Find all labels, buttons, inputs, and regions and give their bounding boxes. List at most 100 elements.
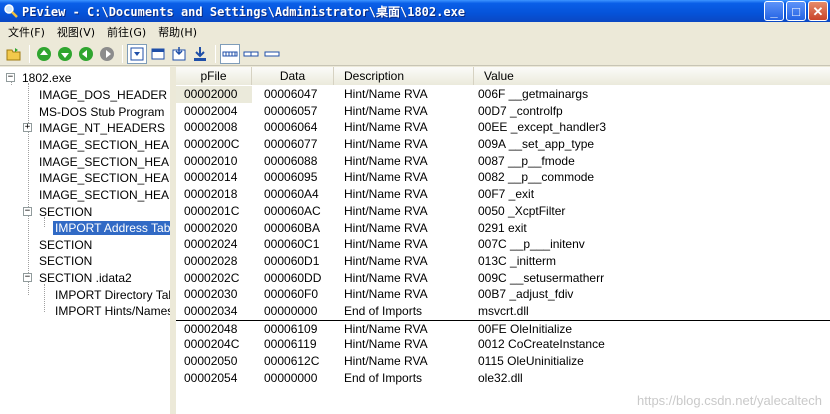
watermark-text: https://blog.csdn.net/yalecaltech (636, 393, 822, 408)
toolbar-separator (122, 44, 123, 63)
table-row[interactable]: 00002000 00006047 Hint/Name RVA 006F __getm… (176, 86, 830, 103)
tree-node-nt-headers[interactable]: + IMAGE_NT_HEADERS (23, 120, 167, 136)
tree-node-label: SECTION (39, 205, 93, 219)
tree-node-label: 1802.exe (22, 71, 72, 85)
table-row[interactable]: 0000204C 00006119 Hint/Name RVA 0012 CoCrea… (176, 336, 830, 353)
open-file-icon (6, 47, 21, 60)
nav-first-button[interactable] (34, 44, 54, 64)
nav-prev-icon (58, 46, 72, 61)
table-row[interactable]: 00002004 00006057 Hint/Name RVA 00D7 _contr… (176, 103, 830, 120)
cell-desc: Hint/Name RVA (344, 220, 428, 235)
tree-node-dos-stub[interactable]: MS-DOS Stub Program (37, 104, 166, 120)
nav-next-button[interactable] (76, 44, 96, 64)
tree-node-label: IMAGE_SECTION_HEADER .idata (39, 188, 170, 202)
column-header-pfile[interactable]: pFile (176, 67, 252, 85)
minimize-button[interactable]: _ (764, 1, 784, 21)
table-row[interactable]: 00002018 000060A4 Hint/Name RVA 00F7 _exit (176, 186, 830, 203)
tree-node-section-header-2[interactable]: IMAGE_SECTION_HEADER .rdata (37, 154, 170, 170)
cell-pfile: 00002018 (184, 187, 238, 202)
menu-help[interactable]: 帮助(H) (152, 24, 203, 40)
tree-node-section-header-3[interactable]: IMAGE_SECTION_HEADER .data (37, 170, 170, 186)
view-byte-button[interactable] (220, 43, 240, 64)
menu-view[interactable]: 视图(V) (51, 24, 101, 40)
collapse-icon[interactable]: − (23, 207, 32, 216)
tree-node-section-header-4[interactable]: IMAGE_SECTION_HEADER .idata (37, 187, 170, 203)
close-button[interactable]: ✕ (808, 1, 828, 21)
table-row[interactable]: 0000201C 000060AC Hint/Name RVA 0050 _XcptF… (176, 203, 830, 220)
tree-view[interactable]: − 1802.exe IMAGE_DOS_HEADER MS-DOS Stub … (0, 67, 173, 414)
detail-table[interactable]: pFile Data Description Value 00002000 000… (176, 67, 830, 414)
table-row[interactable]: 0000202C 000060DD Hint/Name RVA 009C __setu… (176, 270, 830, 287)
tree-node-section-idata2[interactable]: − SECTION .idata2 (23, 270, 134, 286)
cell-pfile: 00002028 (184, 253, 238, 268)
cell-desc: Hint/Name RVA (344, 354, 428, 368)
title-bar[interactable]: PEview - C:\Documents and Settings\Admin… (0, 0, 830, 22)
tree-node-import-address-table[interactable]: IMPORT Address Table (53, 220, 170, 236)
menu-go[interactable]: 前往(G) (101, 24, 152, 40)
table-row[interactable]: 00002020 000060BA Hint/Name RVA 0291 exit (176, 220, 830, 237)
cell-desc: Hint/Name RVA (344, 203, 428, 218)
cell-data: 00006077 (264, 137, 318, 152)
menu-file[interactable]: 文件(F) (2, 24, 51, 40)
table-row[interactable]: 00002034 00000000 End of Imports msvcrt.dll (176, 303, 830, 320)
cell-pfile: 00002014 (184, 170, 238, 185)
cell-data: 000060D1 (264, 253, 320, 268)
maximize-icon: □ (792, 3, 800, 19)
cell-data: 00006047 (264, 87, 318, 101)
tree-node-import-hints-names[interactable]: IMPORT Hints/Names & DLL Names (53, 303, 170, 319)
column-header-description[interactable]: Description (334, 67, 474, 85)
column-header-value[interactable]: Value (474, 67, 830, 85)
tree-node-section-header-1[interactable]: IMAGE_SECTION_HEADER .text (37, 137, 170, 153)
menu-bar: 文件(F) 视图(V) 前往(G) 帮助(H) (0, 22, 830, 42)
cell-pfile: 00002010 (184, 153, 238, 168)
table-row[interactable]: 0000200C 00006077 Hint/Name RVA 009A __set_… (176, 136, 830, 153)
nav-last-button[interactable] (97, 44, 117, 64)
cell-data: 000060BA (264, 220, 321, 235)
cell-value: 00FE OleInitialize (478, 321, 573, 336)
tree-node-label: IMAGE_SECTION_HEADER .rdata (39, 155, 170, 169)
tree-node-label: IMPORT Directory Table (55, 288, 173, 302)
cell-desc: Hint/Name RVA (344, 187, 428, 202)
nav-prev-button[interactable] (55, 44, 75, 64)
tree-node-dos-header[interactable]: IMAGE_DOS_HEADER (37, 87, 169, 103)
tree-node-label: IMAGE_SECTION_HEADER .text (39, 138, 170, 152)
view-hex-button[interactable] (127, 43, 147, 64)
cell-value: 009A __set_app_type (478, 137, 595, 152)
table-row[interactable]: 00002024 000060C1 Hint/Name RVA 007C __p___… (176, 236, 830, 253)
view-dword-button[interactable] (262, 44, 282, 64)
tree-node-import-directory-table[interactable]: IMPORT Directory Table (53, 287, 173, 303)
collapse-icon[interactable]: − (6, 73, 15, 82)
table-row[interactable]: 00002028 000060D1 Hint/Name RVA 013C _initt… (176, 253, 830, 270)
cell-data: 000060DD (264, 270, 322, 285)
cell-data: 00006109 (264, 321, 318, 336)
tree-node-section-1[interactable]: − SECTION (23, 204, 94, 220)
view-raw-icon (151, 48, 165, 59)
column-header-data[interactable]: Data (252, 67, 334, 85)
table-row[interactable]: 00002010 00006088 Hint/Name RVA 0087 __p__f… (176, 153, 830, 170)
view-word-icon (243, 51, 259, 56)
cell-pfile: 00002024 (184, 237, 238, 252)
tree-node-section-2[interactable]: SECTION (37, 237, 94, 253)
view-export-button[interactable] (190, 44, 210, 64)
view-parsed-button[interactable] (169, 44, 189, 64)
tree-node-section-3[interactable]: SECTION (37, 253, 94, 269)
collapse-icon[interactable]: − (23, 273, 32, 282)
tree-node-label: SECTION (39, 254, 93, 268)
table-row[interactable]: 00002050 0000612C Hint/Name RVA 0115 OleUni… (176, 353, 830, 370)
cell-value: 00EE _except_handler3 (478, 120, 607, 135)
cell-pfile: 00002050 (184, 354, 238, 368)
table-row[interactable]: 00002030 000060F0 Hint/Name RVA 00B7 _adjus… (176, 286, 830, 303)
open-file-button[interactable] (4, 44, 24, 64)
tree-node-root[interactable]: − 1802.exe (6, 70, 73, 86)
expand-icon[interactable]: + (23, 123, 32, 132)
table-row[interactable]: 00002054 00000000 End of Imports ole32.dll (176, 370, 830, 387)
maximize-button[interactable]: □ (786, 1, 806, 21)
view-word-button[interactable] (241, 44, 261, 64)
cell-desc: Hint/Name RVA (344, 120, 428, 135)
table-row[interactable]: 00002014 00006095 Hint/Name RVA 0082 __p__c… (176, 169, 830, 186)
table-row[interactable]: 00002048 00006109 Hint/Name RVA 00FE OleIni… (176, 319, 830, 337)
cell-desc: Hint/Name RVA (344, 321, 428, 336)
table-row[interactable]: 00002008 00006064 Hint/Name RVA 00EE _excep… (176, 119, 830, 136)
view-raw-button[interactable] (148, 44, 168, 64)
tree-connector (28, 83, 29, 295)
